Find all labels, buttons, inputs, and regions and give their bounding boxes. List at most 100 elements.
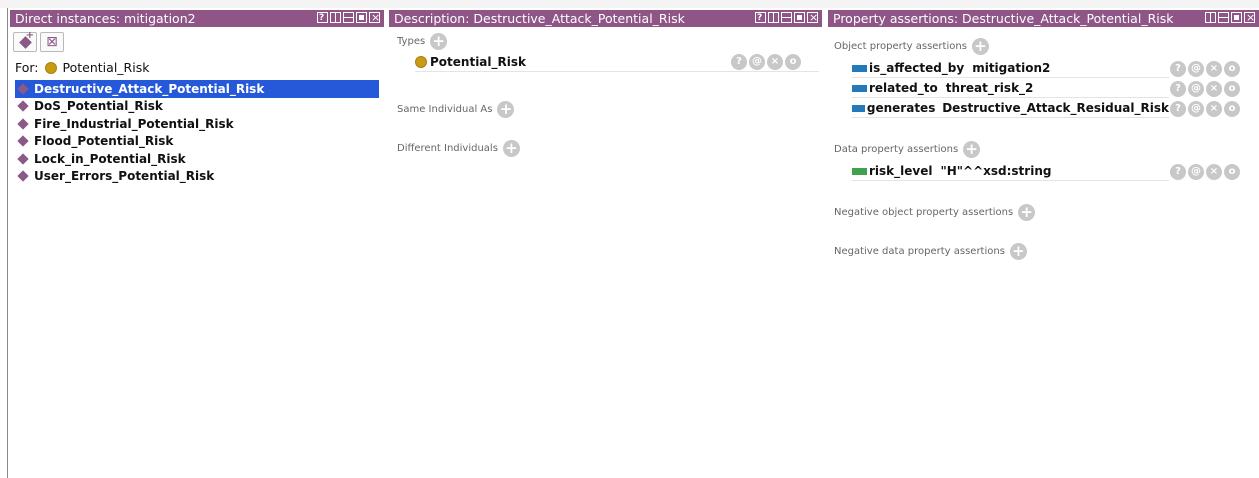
list-item-label: Fire_Industrial_Potential_Risk bbox=[34, 116, 234, 131]
panel-title: Description: Destructive_Attack_Potentia… bbox=[394, 11, 685, 26]
property-name: is_affected_by bbox=[869, 61, 965, 75]
list-item[interactable]: Flood_Potential_Risk bbox=[15, 133, 379, 151]
add-negative-data-property-button[interactable]: + bbox=[1009, 243, 1027, 260]
object-property-icon bbox=[852, 84, 867, 92]
for-class-row: For: Potential_Risk bbox=[15, 60, 149, 75]
object-properties-section-label: Object property assertions + bbox=[834, 38, 989, 55]
maximize-icon[interactable] bbox=[1231, 12, 1242, 23]
split-vertical-icon[interactable] bbox=[1205, 12, 1216, 23]
property-value: "H"^^xsd:string bbox=[940, 164, 1052, 178]
add-same-individual-button[interactable]: + bbox=[497, 101, 515, 118]
class-icon bbox=[44, 61, 57, 74]
negative-object-properties-label: Negative object property assertions bbox=[834, 207, 1014, 218]
plus-icon: + bbox=[25, 30, 34, 41]
panel-title: Direct instances: mitigation2 bbox=[15, 11, 196, 26]
instance-list: Destructive_Attack_Potential_Risk DoS_Po… bbox=[15, 80, 379, 185]
help-icon[interactable]: ? bbox=[1170, 61, 1186, 77]
for-label: For: bbox=[15, 60, 39, 75]
help-icon[interactable]: ? bbox=[1170, 101, 1186, 117]
data-property-icon bbox=[852, 167, 867, 175]
individual-icon bbox=[17, 153, 29, 165]
help-icon[interactable] bbox=[317, 10, 328, 27]
annotate-icon[interactable]: @ bbox=[1188, 81, 1204, 97]
edit-icon[interactable]: o bbox=[1224, 61, 1240, 77]
object-property-row[interactable]: related_to threat_risk_2 bbox=[852, 79, 1169, 98]
class-icon bbox=[415, 56, 427, 68]
property-assertions-panel: Property assertions: Destructive_Attack_… bbox=[828, 10, 1259, 478]
panel-title: Property assertions: Destructive_Attack_… bbox=[833, 11, 1174, 26]
direct-instances-panel: Direct instances: mitigation2 + ⊠ For: P… bbox=[10, 10, 384, 478]
split-horizontal-icon[interactable] bbox=[343, 12, 354, 23]
add-negative-object-property-button[interactable]: + bbox=[1018, 204, 1036, 221]
split-horizontal-icon[interactable] bbox=[1218, 12, 1229, 23]
list-item[interactable]: Destructive_Attack_Potential_Risk bbox=[15, 80, 379, 98]
same-individual-label: Same Individual As bbox=[397, 104, 493, 115]
description-body: Types + Potential_Risk ? @ × o Same Indi… bbox=[389, 27, 822, 478]
same-individual-section-label: Same Individual As + bbox=[397, 101, 515, 118]
list-item[interactable]: User_Errors_Potential_Risk bbox=[15, 168, 379, 186]
close-icon[interactable] bbox=[369, 10, 380, 26]
delete-icon[interactable]: × bbox=[1206, 164, 1222, 180]
annotate-icon[interactable]: @ bbox=[749, 54, 765, 70]
maximize-icon[interactable] bbox=[794, 12, 805, 23]
list-item[interactable]: DoS_Potential_Risk bbox=[15, 98, 379, 116]
direct-instances-body: + ⊠ For: Potential_Risk Destructive_Atta… bbox=[10, 27, 384, 478]
property-name: related_to bbox=[869, 81, 938, 95]
split-horizontal-icon[interactable] bbox=[781, 12, 792, 23]
close-icon[interactable] bbox=[807, 10, 818, 26]
property-value: mitigation2 bbox=[972, 61, 1051, 75]
annotate-icon[interactable]: @ bbox=[1188, 164, 1204, 180]
help-icon[interactable]: ? bbox=[731, 54, 747, 70]
split-vertical-icon[interactable] bbox=[330, 12, 341, 23]
type-value: Potential_Risk bbox=[430, 55, 526, 69]
split-vertical-icon[interactable] bbox=[768, 12, 779, 23]
object-property-icon bbox=[852, 64, 867, 72]
maximize-icon[interactable] bbox=[356, 12, 367, 23]
help-icon[interactable]: ? bbox=[1170, 81, 1186, 97]
edit-icon[interactable]: o bbox=[1224, 101, 1240, 117]
types-label: Types bbox=[397, 36, 426, 47]
add-different-individual-button[interactable]: + bbox=[502, 140, 520, 157]
annotate-icon[interactable]: @ bbox=[1188, 101, 1204, 117]
help-icon[interactable]: ? bbox=[1170, 164, 1186, 180]
add-object-property-button[interactable]: + bbox=[971, 38, 989, 55]
types-section-label: Types + bbox=[397, 33, 448, 50]
property-assertions-titlebar: Property assertions: Destructive_Attack_… bbox=[828, 10, 1259, 27]
edit-icon[interactable]: o bbox=[1224, 164, 1240, 180]
row-actions: ? @ × o bbox=[1170, 61, 1240, 77]
window-buttons bbox=[317, 10, 380, 27]
row-actions: ? @ × o bbox=[1170, 164, 1240, 180]
delete-icon[interactable]: × bbox=[1206, 81, 1222, 97]
object-property-row[interactable]: generates Destructive_Attack_Residual_Ri… bbox=[852, 99, 1169, 118]
list-item-label: User_Errors_Potential_Risk bbox=[34, 169, 215, 184]
object-properties-label: Object property assertions bbox=[834, 41, 967, 52]
different-individuals-section-label: Different Individuals + bbox=[397, 140, 520, 157]
object-property-row[interactable]: is_affected_by mitigation2 bbox=[852, 59, 1169, 78]
add-type-button[interactable]: + bbox=[430, 33, 448, 50]
delete-icon[interactable]: × bbox=[767, 54, 783, 70]
edit-icon[interactable]: o bbox=[1224, 81, 1240, 97]
add-data-property-button[interactable]: + bbox=[963, 141, 981, 158]
different-individuals-label: Different Individuals bbox=[397, 143, 498, 154]
property-assertions-body: Object property assertions + is_affected… bbox=[828, 27, 1259, 478]
close-icon[interactable] bbox=[1244, 10, 1255, 26]
list-item[interactable]: Lock_in_Potential_Risk bbox=[15, 150, 379, 168]
delete-individual-button[interactable]: ⊠ bbox=[40, 32, 64, 52]
annotate-icon[interactable]: @ bbox=[1188, 61, 1204, 77]
edit-icon[interactable]: o bbox=[785, 54, 801, 70]
negative-data-properties-label: Negative data property assertions bbox=[834, 246, 1005, 257]
data-properties-label: Data property assertions bbox=[834, 144, 959, 155]
row-actions: ? @ × o bbox=[1170, 101, 1240, 117]
list-item-label: Lock_in_Potential_Risk bbox=[34, 151, 186, 166]
help-icon[interactable] bbox=[755, 10, 766, 27]
add-individual-button[interactable]: + bbox=[13, 30, 37, 52]
direct-instances-titlebar: Direct instances: mitigation2 bbox=[10, 10, 384, 27]
description-panel: Description: Destructive_Attack_Potentia… bbox=[389, 10, 822, 478]
list-item[interactable]: Fire_Industrial_Potential_Risk bbox=[15, 115, 379, 133]
data-property-row[interactable]: risk_level "H"^^xsd:string bbox=[852, 162, 1169, 181]
delete-icon[interactable]: × bbox=[1206, 61, 1222, 77]
delete-individual-icon: ⊠ bbox=[46, 34, 58, 50]
list-item-label: Destructive_Attack_Potential_Risk bbox=[34, 81, 265, 96]
delete-icon[interactable]: × bbox=[1206, 101, 1222, 117]
left-border bbox=[7, 8, 8, 478]
